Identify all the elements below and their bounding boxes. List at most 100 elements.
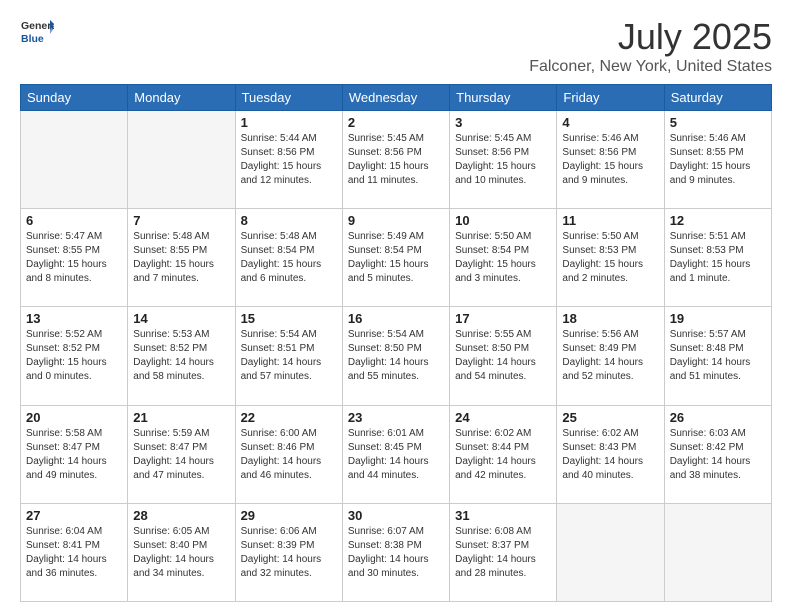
calendar-cell: 20Sunrise: 5:58 AM Sunset: 8:47 PM Dayli…	[21, 405, 128, 503]
col-friday: Friday	[557, 85, 664, 111]
day-info: Sunrise: 5:45 AM Sunset: 8:56 PM Dayligh…	[348, 132, 444, 188]
day-info: Sunrise: 5:50 AM Sunset: 8:54 PM Dayligh…	[455, 230, 551, 286]
day-info: Sunrise: 6:00 AM Sunset: 8:46 PM Dayligh…	[241, 427, 337, 483]
calendar-cell: 10 Sunrise: 5:50 AM Sunset: 8:54 PM Dayli…	[450, 209, 557, 307]
day-info: Sunrise: 6:06 AM Sunset: 8:39 PM Dayligh…	[241, 525, 337, 581]
calendar-cell: 14 Sunrise: 5:53 AM Sunset: 8:52 PM Dayli…	[128, 307, 235, 405]
day-info: Sunrise: 5:57 AM Sunset: 8:48 PM Dayligh…	[670, 328, 766, 384]
logo-svg: General Blue	[20, 16, 54, 50]
week-row-4: 20Sunrise: 5:58 AM Sunset: 8:47 PM Dayli…	[21, 405, 772, 503]
calendar-cell: 31 Sunrise: 6:08 AM Sunset: 8:37 PM Dayli…	[450, 503, 557, 601]
col-thursday: Thursday	[450, 85, 557, 111]
day-number: 11	[562, 213, 658, 228]
day-info: Sunrise: 5:55 AM Sunset: 8:50 PM Dayligh…	[455, 328, 551, 384]
day-info: Sunrise: 6:01 AM Sunset: 8:45 PM Dayligh…	[348, 427, 444, 483]
calendar-cell: 3 Sunrise: 5:45 AM Sunset: 8:56 PM Daylig…	[450, 111, 557, 209]
day-info: Sunrise: 6:02 AM Sunset: 8:44 PM Dayligh…	[455, 427, 551, 483]
calendar-cell: 1Sunrise: 5:44 AM Sunset: 8:56 PM Daylig…	[235, 111, 342, 209]
day-number: 25	[562, 410, 658, 425]
day-info: Sunrise: 5:54 AM Sunset: 8:51 PM Dayligh…	[241, 328, 337, 384]
calendar-cell: 11Sunrise: 5:50 AM Sunset: 8:53 PM Dayli…	[557, 209, 664, 307]
day-number: 10	[455, 213, 551, 228]
week-row-1: 1Sunrise: 5:44 AM Sunset: 8:56 PM Daylig…	[21, 111, 772, 209]
calendar-cell: 19 Sunrise: 5:57 AM Sunset: 8:48 PM Dayli…	[664, 307, 771, 405]
calendar-cell: 13 Sunrise: 5:52 AM Sunset: 8:52 PM Dayli…	[21, 307, 128, 405]
day-info: Sunrise: 5:56 AM Sunset: 8:49 PM Dayligh…	[562, 328, 658, 384]
day-info: Sunrise: 6:07 AM Sunset: 8:38 PM Dayligh…	[348, 525, 444, 581]
day-number: 23	[348, 410, 444, 425]
day-info: Sunrise: 5:46 AM Sunset: 8:55 PM Dayligh…	[670, 132, 766, 188]
day-number: 9	[348, 213, 444, 228]
day-number: 17	[455, 311, 551, 326]
col-sunday: Sunday	[21, 85, 128, 111]
day-number: 3	[455, 115, 551, 130]
day-info: Sunrise: 5:52 AM Sunset: 8:52 PM Dayligh…	[26, 328, 122, 384]
day-number: 24	[455, 410, 551, 425]
svg-text:Blue: Blue	[21, 33, 44, 45]
day-number: 31	[455, 508, 551, 523]
day-number: 1	[241, 115, 337, 130]
calendar-cell: 17 Sunrise: 5:55 AM Sunset: 8:50 PM Dayli…	[450, 307, 557, 405]
calendar-cell	[21, 111, 128, 209]
calendar-cell	[557, 503, 664, 601]
week-row-2: 6Sunrise: 5:47 AM Sunset: 8:55 PM Daylig…	[21, 209, 772, 307]
day-info: Sunrise: 5:53 AM Sunset: 8:52 PM Dayligh…	[133, 328, 229, 384]
day-number: 13	[26, 311, 122, 326]
calendar-cell: 2 Sunrise: 5:45 AM Sunset: 8:56 PM Daylig…	[342, 111, 449, 209]
calendar-cell: 25Sunrise: 6:02 AM Sunset: 8:43 PM Dayli…	[557, 405, 664, 503]
day-info: Sunrise: 5:51 AM Sunset: 8:53 PM Dayligh…	[670, 230, 766, 286]
calendar-cell: 27Sunrise: 6:04 AM Sunset: 8:41 PM Dayli…	[21, 503, 128, 601]
day-number: 6	[26, 213, 122, 228]
day-info: Sunrise: 5:48 AM Sunset: 8:54 PM Dayligh…	[241, 230, 337, 286]
page: General Blue July 2025 Falconer, New Yor…	[0, 0, 792, 612]
day-number: 29	[241, 508, 337, 523]
day-number: 8	[241, 213, 337, 228]
calendar-cell: 5Sunrise: 5:46 AM Sunset: 8:55 PM Daylig…	[664, 111, 771, 209]
calendar-cell: 15 Sunrise: 5:54 AM Sunset: 8:51 PM Dayli…	[235, 307, 342, 405]
day-number: 19	[670, 311, 766, 326]
day-info: Sunrise: 6:04 AM Sunset: 8:41 PM Dayligh…	[26, 525, 122, 581]
day-number: 22	[241, 410, 337, 425]
day-number: 2	[348, 115, 444, 130]
week-row-3: 13 Sunrise: 5:52 AM Sunset: 8:52 PM Dayli…	[21, 307, 772, 405]
calendar-cell	[128, 111, 235, 209]
day-number: 15	[241, 311, 337, 326]
col-saturday: Saturday	[664, 85, 771, 111]
calendar-cell: 9 Sunrise: 5:49 AM Sunset: 8:54 PM Daylig…	[342, 209, 449, 307]
header: General Blue July 2025 Falconer, New Yor…	[20, 16, 772, 76]
calendar-cell: 18 Sunrise: 5:56 AM Sunset: 8:49 PM Dayli…	[557, 307, 664, 405]
week-row-5: 27Sunrise: 6:04 AM Sunset: 8:41 PM Dayli…	[21, 503, 772, 601]
day-number: 18	[562, 311, 658, 326]
day-info: Sunrise: 5:54 AM Sunset: 8:50 PM Dayligh…	[348, 328, 444, 384]
calendar-cell: 4Sunrise: 5:46 AM Sunset: 8:56 PM Daylig…	[557, 111, 664, 209]
day-number: 12	[670, 213, 766, 228]
day-number: 30	[348, 508, 444, 523]
day-info: Sunrise: 6:03 AM Sunset: 8:42 PM Dayligh…	[670, 427, 766, 483]
calendar-cell: 12 Sunrise: 5:51 AM Sunset: 8:53 PM Dayli…	[664, 209, 771, 307]
day-number: 14	[133, 311, 229, 326]
page-subtitle: Falconer, New York, United States	[529, 58, 772, 76]
day-info: Sunrise: 6:05 AM Sunset: 8:40 PM Dayligh…	[133, 525, 229, 581]
calendar-cell: 6Sunrise: 5:47 AM Sunset: 8:55 PM Daylig…	[21, 209, 128, 307]
calendar-cell: 7 Sunrise: 5:48 AM Sunset: 8:55 PM Daylig…	[128, 209, 235, 307]
col-monday: Monday	[128, 85, 235, 111]
day-info: Sunrise: 5:45 AM Sunset: 8:56 PM Dayligh…	[455, 132, 551, 188]
day-number: 7	[133, 213, 229, 228]
calendar-cell: 8 Sunrise: 5:48 AM Sunset: 8:54 PM Daylig…	[235, 209, 342, 307]
day-number: 21	[133, 410, 229, 425]
day-info: Sunrise: 6:08 AM Sunset: 8:37 PM Dayligh…	[455, 525, 551, 581]
day-info: Sunrise: 5:48 AM Sunset: 8:55 PM Dayligh…	[133, 230, 229, 286]
calendar-cell	[664, 503, 771, 601]
day-number: 16	[348, 311, 444, 326]
calendar-cell: 26Sunrise: 6:03 AM Sunset: 8:42 PM Dayli…	[664, 405, 771, 503]
day-info: Sunrise: 5:58 AM Sunset: 8:47 PM Dayligh…	[26, 427, 122, 483]
calendar-header-row: Sunday Monday Tuesday Wednesday Thursday…	[21, 85, 772, 111]
col-tuesday: Tuesday	[235, 85, 342, 111]
day-number: 28	[133, 508, 229, 523]
page-title: July 2025	[529, 16, 772, 58]
calendar-cell: 21Sunrise: 5:59 AM Sunset: 8:47 PM Dayli…	[128, 405, 235, 503]
calendar-table: Sunday Monday Tuesday Wednesday Thursday…	[20, 84, 772, 602]
day-number: 4	[562, 115, 658, 130]
day-info: Sunrise: 5:49 AM Sunset: 8:54 PM Dayligh…	[348, 230, 444, 286]
calendar-cell: 23 Sunrise: 6:01 AM Sunset: 8:45 PM Dayli…	[342, 405, 449, 503]
